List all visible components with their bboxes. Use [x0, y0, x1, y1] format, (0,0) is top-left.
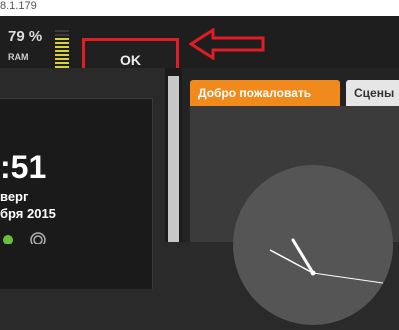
analog-clock-icon [233, 165, 393, 325]
left-arrow-icon [189, 28, 265, 60]
scrollbar-thumb[interactable] [168, 76, 179, 242]
ram-meter-segment [55, 62, 69, 64]
ram-meter-segment [55, 38, 69, 40]
ram-meter-segment [55, 58, 69, 60]
ram-percent: 79 % [8, 28, 43, 45]
ram-meter [55, 30, 69, 72]
status-dot-icon [3, 235, 13, 244]
clock-time: :51 [0, 149, 47, 185]
address-bar: 8.1.179 [0, 0, 399, 16]
ram-meter-segment [55, 54, 69, 56]
signal-icon [30, 232, 46, 244]
ram-meter-segment [55, 50, 69, 52]
ram-meter-segment [55, 42, 69, 44]
scrollbar[interactable] [165, 68, 182, 242]
address-text: 8.1.179 [0, 0, 37, 12]
clock-card: :51 верг бря 2015 [0, 98, 153, 289]
tab-welcome[interactable]: Добро пожаловать [190, 80, 340, 106]
clock-day: верг [0, 189, 29, 204]
left-panel: :51 верг бря 2015 [0, 68, 165, 289]
ram-meter-segment [55, 34, 69, 36]
tab-content [190, 106, 399, 325]
right-panel: Добро пожаловать Сцены [182, 68, 399, 325]
tab-scenes[interactable]: Сцены [346, 80, 399, 106]
ram-meter-segment [55, 30, 69, 32]
ram-label: RAM [8, 52, 29, 62]
clock-date: бря 2015 [0, 206, 56, 221]
ram-meter-segment [55, 46, 69, 48]
